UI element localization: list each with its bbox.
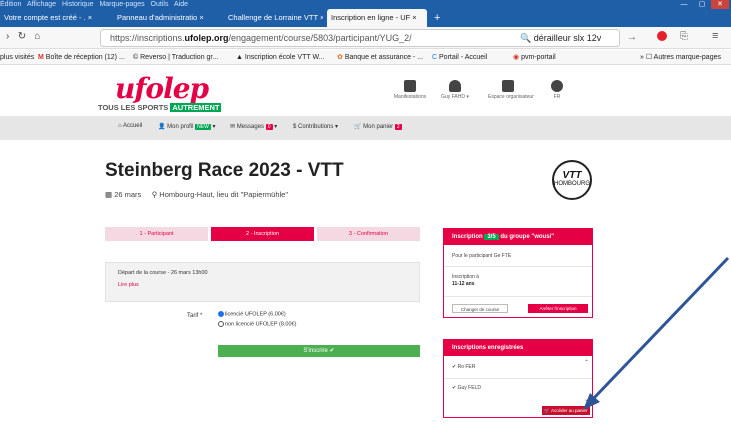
annotation-arrow — [583, 256, 730, 410]
